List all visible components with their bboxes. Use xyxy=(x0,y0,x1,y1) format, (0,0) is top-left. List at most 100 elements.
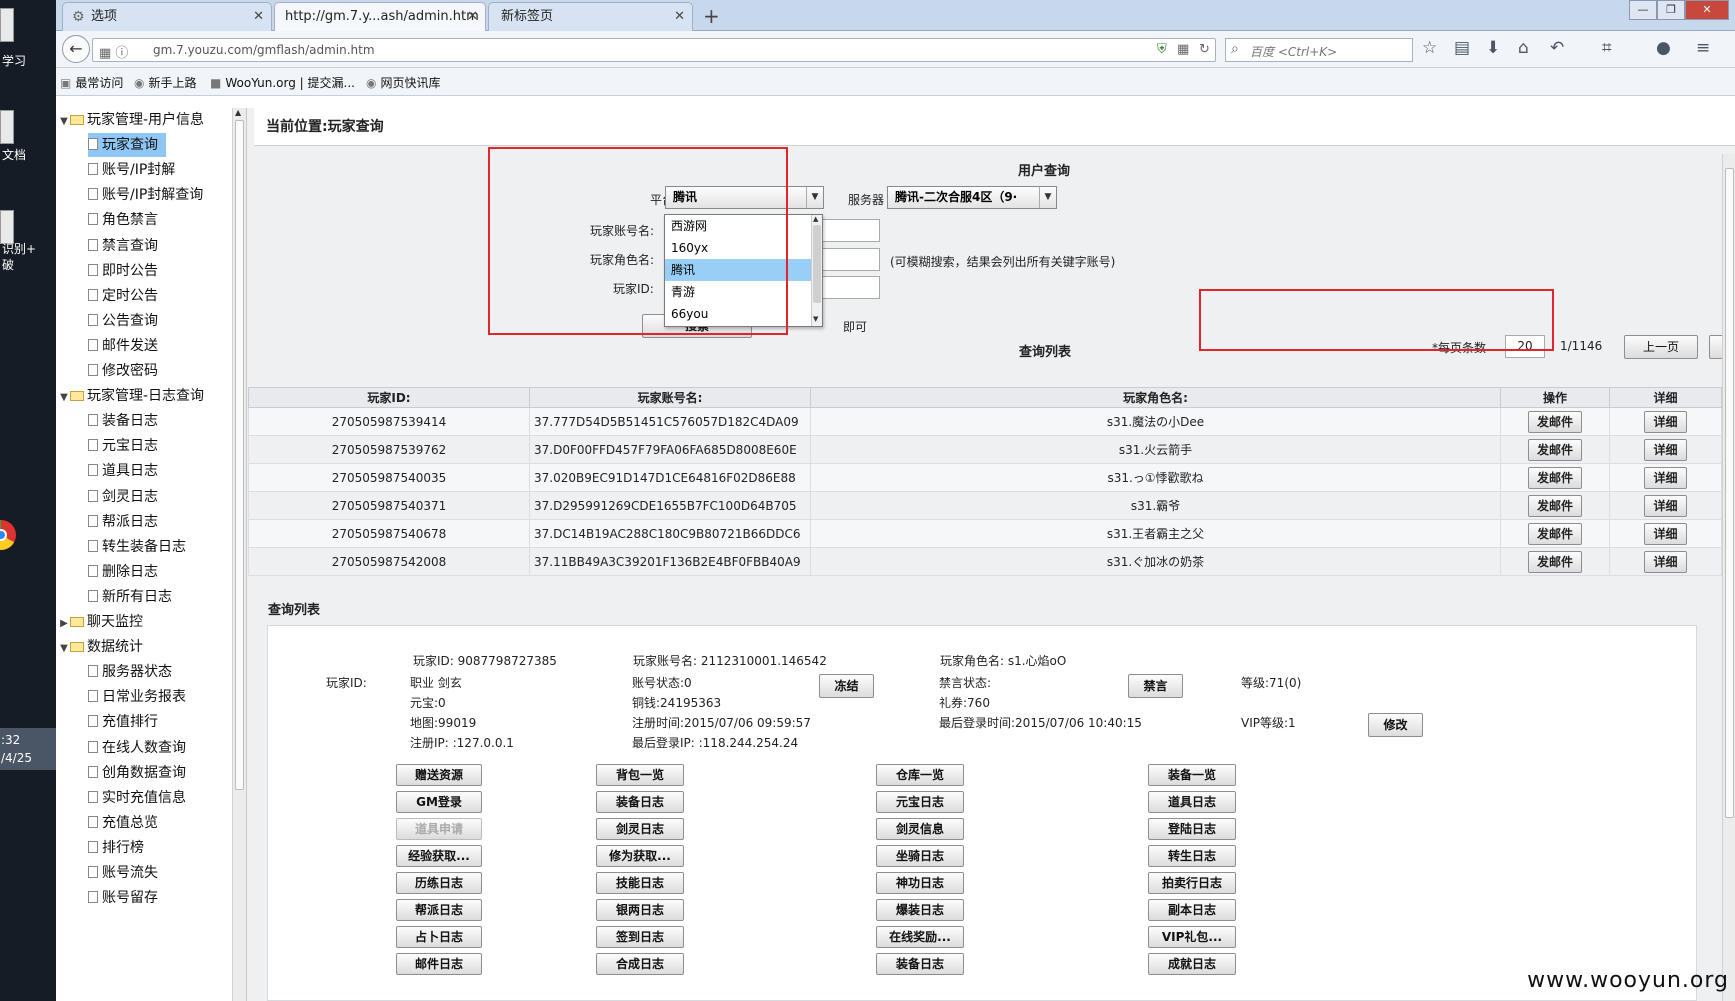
dropdown-option[interactable]: 腾讯 xyxy=(665,259,822,281)
sidebar-item[interactable]: 排行榜 xyxy=(88,836,152,860)
platform-select[interactable]: 腾讯 ▼ xyxy=(665,186,824,209)
detail-button[interactable]: 详细 xyxy=(1644,466,1687,489)
action-button[interactable]: GM登录 xyxy=(396,791,482,813)
chevron-down-icon[interactable]: ▼ xyxy=(58,110,70,134)
per-page-input[interactable]: 20 xyxy=(1505,335,1545,358)
sidebar-item[interactable]: 元宝日志 xyxy=(88,434,166,458)
role-input[interactable] xyxy=(814,248,880,271)
action-button[interactable]: 历练日志 xyxy=(396,872,482,894)
qr-icon[interactable]: ▦ xyxy=(1177,42,1189,57)
freeze-button[interactable]: 冻结 xyxy=(819,674,874,698)
sidebar-item[interactable]: 邮件发送 xyxy=(88,334,166,358)
site-info-icon[interactable]: ▦ ⓘ xyxy=(99,42,128,61)
dropdown-option[interactable]: 160yx xyxy=(665,237,822,259)
action-button[interactable]: 副本日志 xyxy=(1148,899,1236,921)
download-icon[interactable]: ⬇ xyxy=(1486,38,1500,58)
search-box[interactable]: ⌕ 百度 <Ctrl+K> xyxy=(1225,38,1413,62)
action-button[interactable]: 道具日志 xyxy=(1148,791,1236,813)
sidebar-item[interactable]: 账号/IP封解 xyxy=(88,158,183,182)
action-button[interactable]: 登陆日志 xyxy=(1148,818,1236,840)
send-mail-button[interactable]: 发邮件 xyxy=(1527,466,1582,489)
chrome-icon[interactable] xyxy=(0,520,16,550)
chevron-down-icon[interactable]: ▼ xyxy=(58,386,70,410)
send-mail-button[interactable]: 发邮件 xyxy=(1527,494,1582,517)
bookmark-item[interactable]: ■ WooYun.org | 提交漏... xyxy=(210,74,355,91)
action-button[interactable]: 拍卖行日志 xyxy=(1148,872,1236,894)
action-button[interactable]: 仓库一览 xyxy=(876,764,964,786)
action-button[interactable]: 占卜日志 xyxy=(396,926,482,948)
sidebar-item[interactable]: 日常业务报表 xyxy=(88,685,194,709)
action-button[interactable]: 帮派日志 xyxy=(396,899,482,921)
send-mail-button[interactable]: 发邮件 xyxy=(1527,410,1582,433)
account-input[interactable] xyxy=(814,219,880,242)
dropdown-option[interactable]: 青游 xyxy=(665,281,822,303)
send-mail-button[interactable]: 发邮件 xyxy=(1527,522,1582,545)
action-button[interactable]: 装备日志 xyxy=(876,953,964,975)
sidebar-item[interactable]: 创角数据查询 xyxy=(88,761,194,785)
sidebar-scrollbar[interactable]: ▲ xyxy=(232,108,246,1001)
close-icon[interactable]: ✕ xyxy=(674,3,685,30)
desktop-file-icon[interactable] xyxy=(0,110,14,144)
detail-button[interactable]: 详细 xyxy=(1644,550,1687,573)
action-button[interactable]: 坐骑日志 xyxy=(876,845,964,867)
sidebar-item[interactable]: 定时公告 xyxy=(88,284,166,308)
sidebar-folder[interactable]: ▼ 玩家管理-用户信息 xyxy=(58,108,204,132)
sidebar-item[interactable]: 充值总览 xyxy=(88,811,166,835)
detail-button[interactable]: 详细 xyxy=(1644,438,1687,461)
prev-page-button[interactable]: 上一页 xyxy=(1624,335,1698,359)
action-button[interactable]: 签到日志 xyxy=(596,926,684,948)
action-button[interactable]: 修为获取... xyxy=(596,845,684,867)
maximize-button[interactable]: ❐ xyxy=(1657,0,1685,20)
action-button[interactable]: VIP礼包... xyxy=(1148,926,1236,948)
tab-options[interactable]: ⚙ 选项 ✕ xyxy=(62,2,272,31)
action-button[interactable]: 经验获取... xyxy=(396,845,482,867)
action-button[interactable]: 转生日志 xyxy=(1148,845,1236,867)
reading-list-icon[interactable]: ▤ xyxy=(1454,38,1470,58)
page-scrollbar[interactable] xyxy=(1722,154,1735,1001)
action-button[interactable]: 神功日志 xyxy=(876,872,964,894)
sidebar-folder[interactable]: ▼ 玩家管理-日志查询 xyxy=(58,384,204,408)
url-bar[interactable]: ▦ ⓘ gm.7.youzu.com/gmflash/admin.htm ⛨ ▦… xyxy=(92,38,1216,62)
send-mail-button[interactable]: 发邮件 xyxy=(1527,550,1582,573)
sidebar-item[interactable]: 充值排行 xyxy=(88,710,166,734)
shield-icon[interactable]: ⛨ xyxy=(1157,42,1167,57)
action-button[interactable]: 合成日志 xyxy=(596,953,684,975)
new-tab-button[interactable]: + xyxy=(703,3,720,29)
action-button[interactable]: 邮件日志 xyxy=(396,953,482,975)
action-button[interactable]: 在线奖励... xyxy=(876,926,964,948)
bookmark-item[interactable]: ◉ 新手上路 xyxy=(134,74,197,91)
action-button[interactable]: 剑灵信息 xyxy=(876,818,964,840)
sidebar-item[interactable]: 账号留存 xyxy=(88,886,166,910)
sidebar-item[interactable]: 在线人数查询 xyxy=(88,736,194,760)
home-icon[interactable]: ⌂ xyxy=(1518,38,1529,58)
send-mail-button[interactable]: 发邮件 xyxy=(1527,438,1582,461)
sidebar-item[interactable]: 装备日志 xyxy=(88,409,166,433)
detail-button[interactable]: 详细 xyxy=(1644,410,1687,433)
dropdown-option[interactable]: 西游网 xyxy=(665,215,822,237)
chat-icon[interactable]: ● xyxy=(1656,38,1671,58)
chevron-down-icon[interactable]: ▼ xyxy=(58,637,70,661)
sidebar-item[interactable]: 公告查询 xyxy=(88,309,166,333)
sidebar-item[interactable]: 玩家查询 xyxy=(88,133,166,158)
detail-button[interactable]: 详细 xyxy=(1644,522,1687,545)
sidebar-item[interactable]: 剑灵日志 xyxy=(88,485,166,509)
mute-button[interactable]: 禁言 xyxy=(1128,674,1183,698)
sidebar-item[interactable]: 禁言查询 xyxy=(88,234,166,258)
sidebar-item[interactable]: 即时公告 xyxy=(88,259,166,283)
sidebar-item[interactable]: 账号/IP封解查询 xyxy=(88,183,211,207)
action-button[interactable]: 装备日志 xyxy=(596,791,684,813)
server-select[interactable]: 腾讯-二次合服4区（9· ▼ xyxy=(887,186,1057,209)
sidebar-item[interactable]: 新所有日志 xyxy=(88,585,180,609)
star-icon[interactable]: ☆ xyxy=(1422,38,1437,58)
sidebar-item[interactable]: 转生装备日志 xyxy=(88,535,194,559)
sidebar-folder[interactable]: ▶ 聊天监控 xyxy=(58,610,143,634)
modify-button[interactable]: 修改 xyxy=(1368,713,1423,737)
menu-icon[interactable]: ≡ xyxy=(1696,38,1710,58)
sidebar-item[interactable]: 删除日志 xyxy=(88,560,166,584)
dropdown-option[interactable]: 66you xyxy=(665,303,822,325)
action-button[interactable]: 元宝日志 xyxy=(876,791,964,813)
close-icon[interactable]: ✕ xyxy=(467,3,478,30)
action-button[interactable]: 装备一览 xyxy=(1148,764,1236,786)
action-button[interactable]: 赠送资源 xyxy=(396,764,482,786)
sidebar-item[interactable]: 账号流失 xyxy=(88,861,166,885)
